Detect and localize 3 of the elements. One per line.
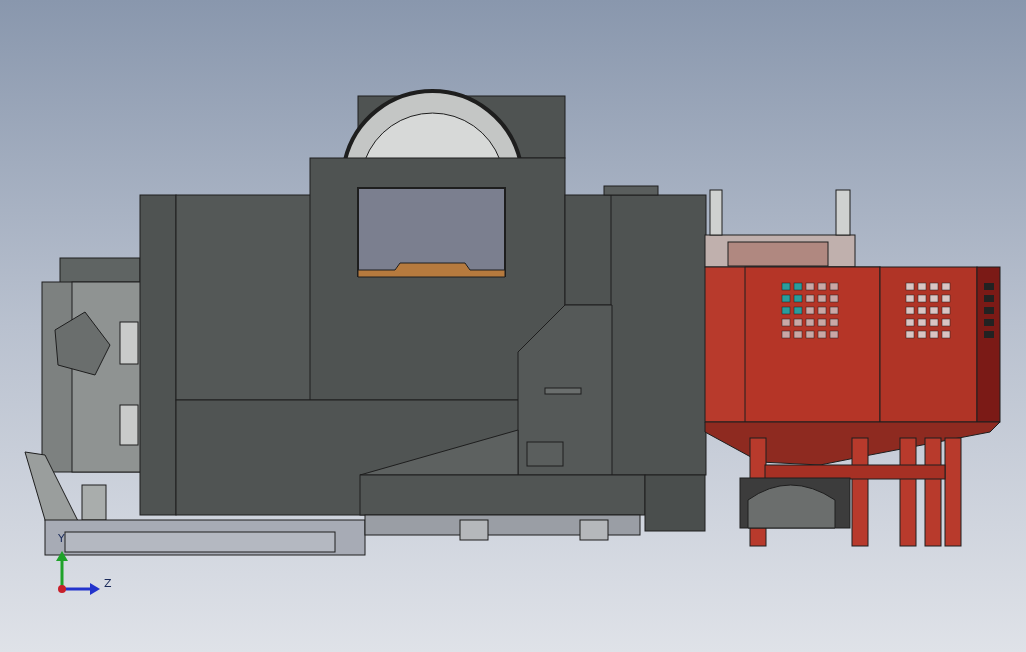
axis-label: Y [58, 532, 65, 545]
axis-label: Z [104, 577, 112, 590]
origin-dot [58, 585, 66, 593]
